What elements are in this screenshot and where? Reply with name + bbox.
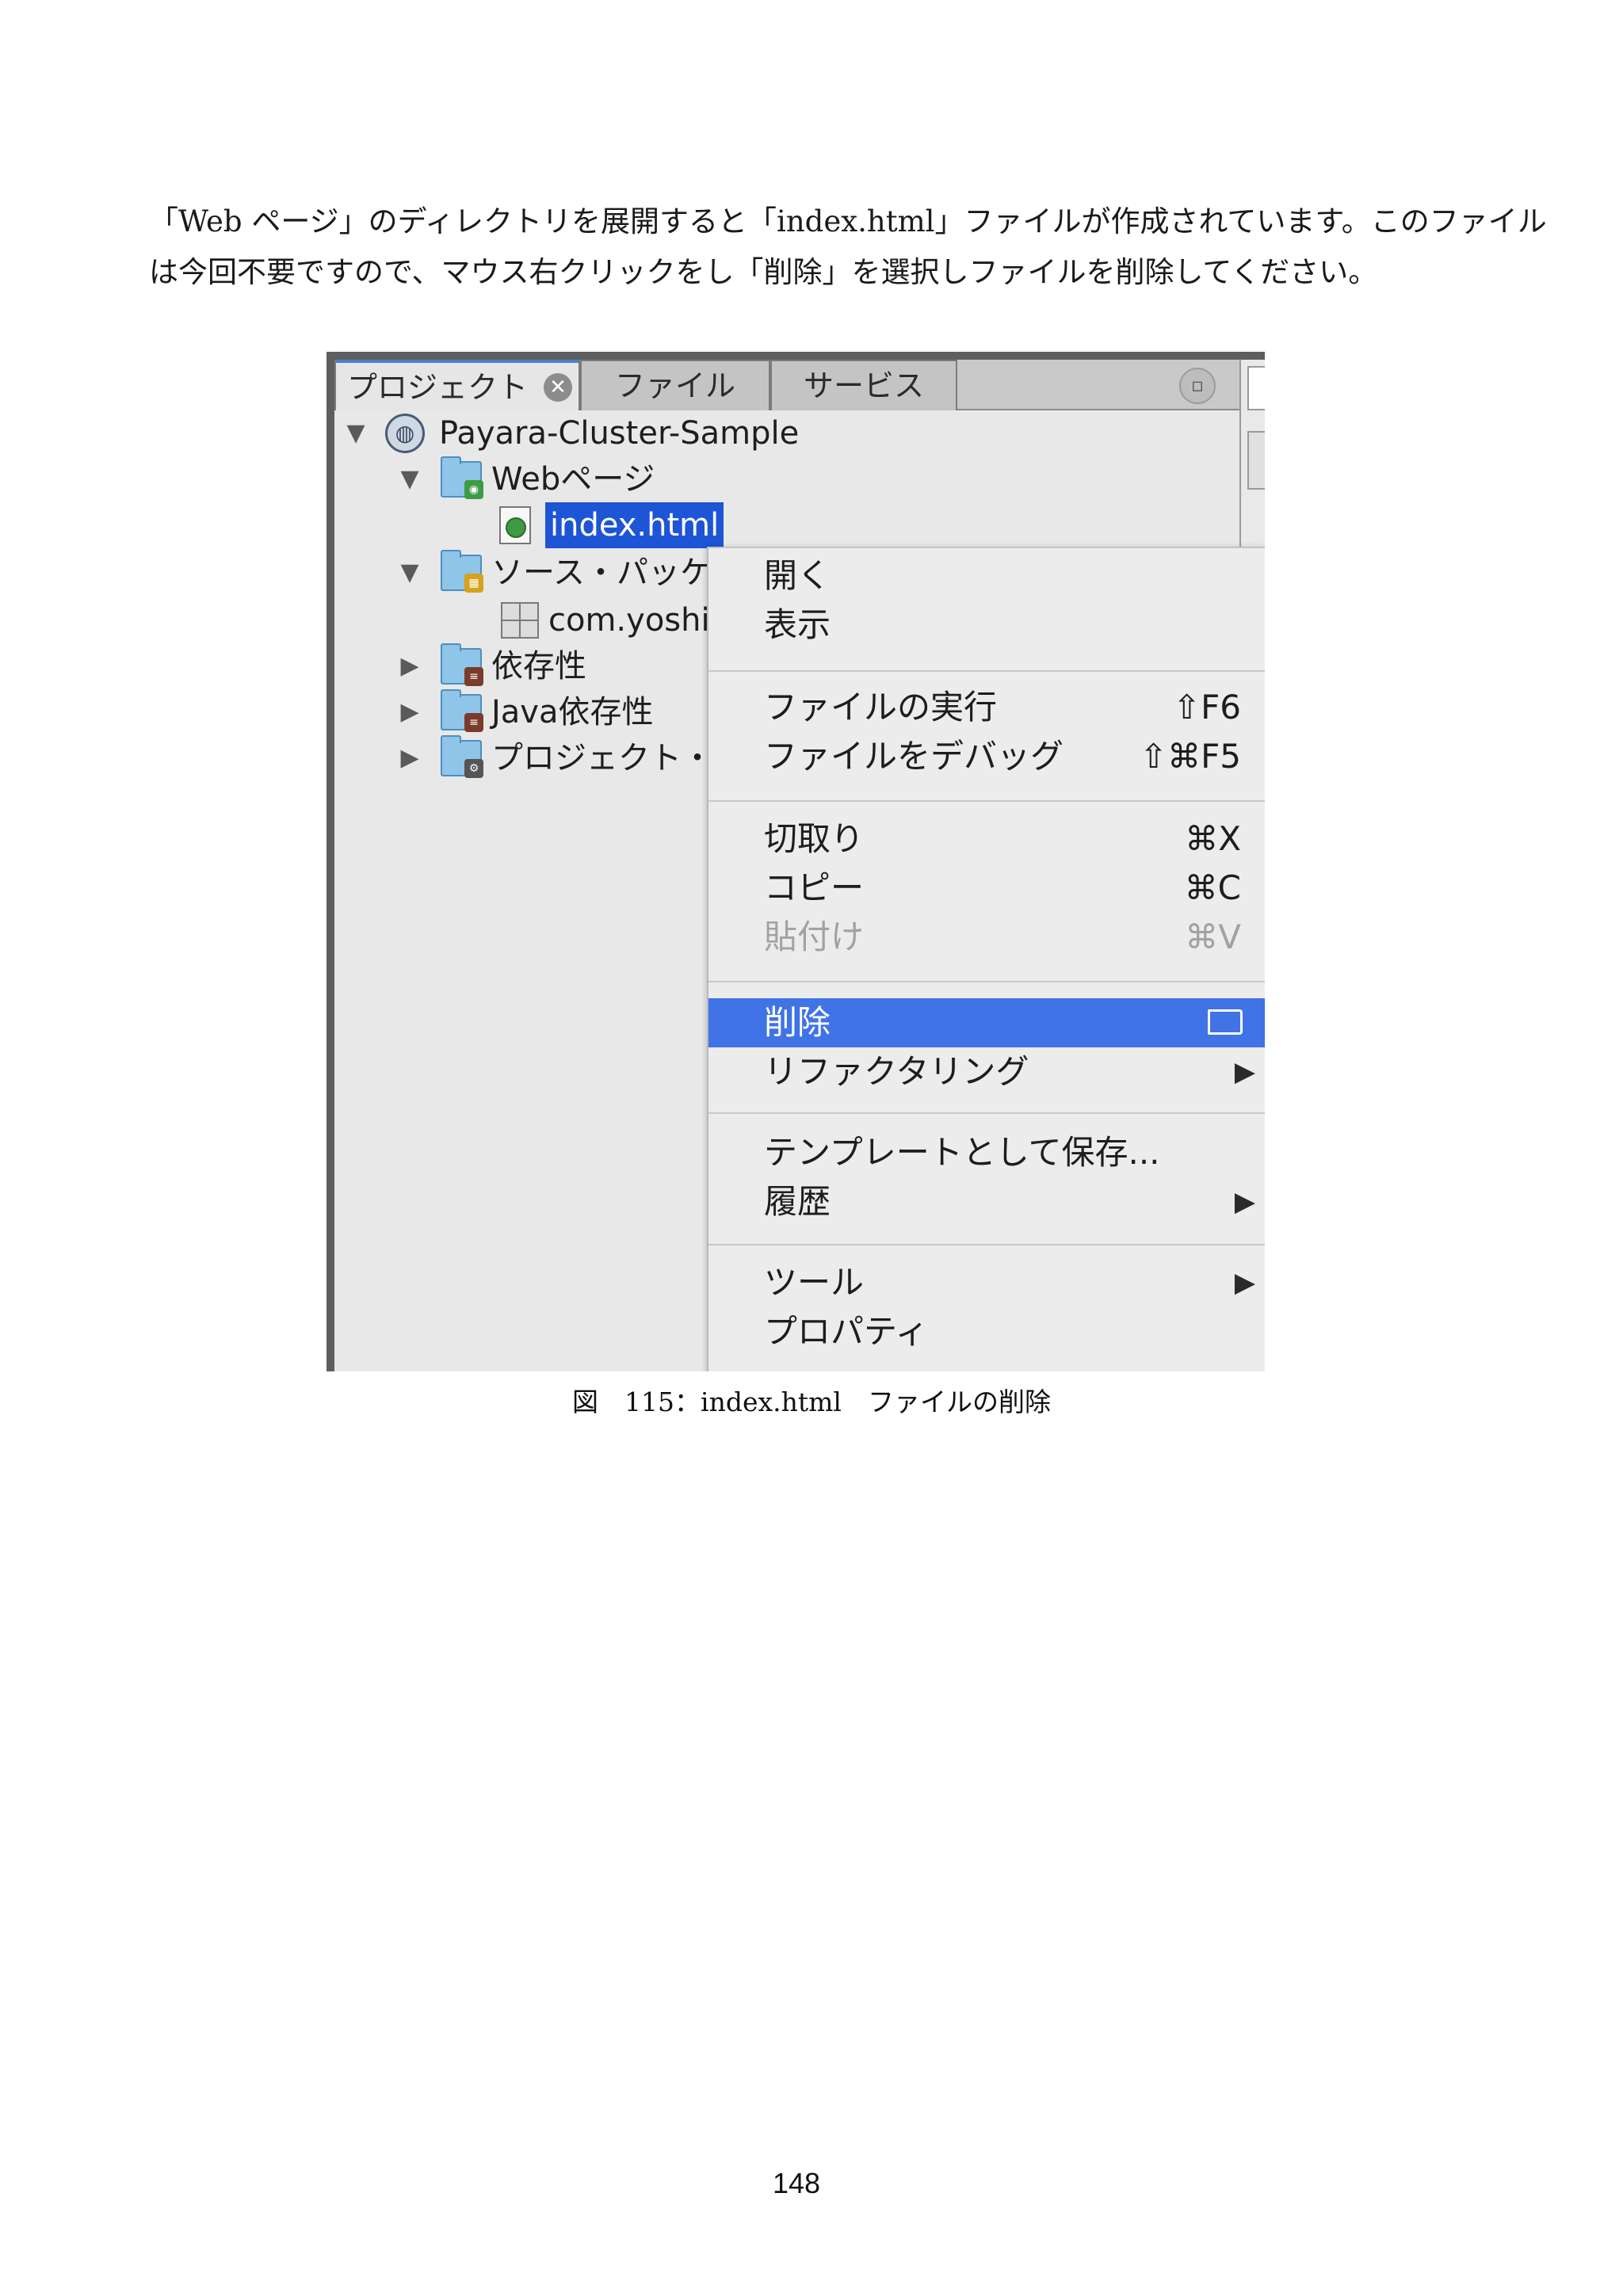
tab-files-label: ファイル	[614, 368, 735, 403]
menu-shortcut: ⌘X	[1185, 819, 1241, 858]
tab-projects[interactable]: プロジェクト ✕	[334, 360, 580, 412]
tree-item-label: プロジェクト・	[491, 740, 713, 776]
tree-item-label: index.html	[545, 502, 724, 548]
html-file-icon	[499, 506, 531, 544]
menu-item-debug-file[interactable]: ファイルをデバッグ ⇧⌘F5	[708, 732, 1265, 781]
menu-item-label: 削除	[764, 1003, 831, 1042]
tab-files[interactable]: ファイル	[580, 360, 770, 410]
menu-item-run-file[interactable]: ファイルの実行 ⇧F6	[708, 683, 1265, 732]
menu-item-tools[interactable]: ツール ▶	[708, 1258, 1265, 1307]
menu-shortcut: ⌘C	[1184, 868, 1241, 907]
menu-item-label: 切取り	[764, 819, 865, 858]
paragraph-line-2: は今回不要ですので、マウス右クリックをし「削除」を選択しファイルを削除してくださ…	[149, 255, 1378, 289]
menu-item-save-as-template[interactable]: テンプレートとして保存...	[708, 1128, 1265, 1177]
menu-item-label: 開く	[764, 556, 831, 595]
dependency-folder-icon: ≡	[441, 643, 483, 686]
web-folder-icon: ◉	[441, 456, 483, 499]
window-left-border	[327, 352, 334, 1371]
source-folder-icon: ▦	[441, 550, 483, 593]
menu-separator	[708, 1112, 1265, 1114]
menu-item-label: リファクタリング	[764, 1052, 1029, 1091]
menu-item-properties[interactable]: プロパティ	[708, 1307, 1265, 1356]
collapse-triangle-icon[interactable]: ▶	[396, 689, 423, 735]
tree-item-label: ソース・パッケ	[491, 555, 712, 591]
tree-item-index-html[interactable]: index.html	[334, 502, 1238, 548]
menu-item-copy[interactable]: コピー ⌘C	[708, 864, 1265, 913]
submenu-arrow-icon: ▶	[1234, 1056, 1255, 1088]
close-tab-icon[interactable]: ✕	[544, 373, 572, 402]
paragraph-line-1: 「Web ページ」のディレクトリを展開すると「index.html」ファイルが作…	[149, 204, 1547, 238]
page-number: 148	[772, 2167, 821, 2199]
menu-item-open[interactable]: 開く	[708, 551, 1265, 601]
collapse-triangle-icon[interactable]: ▶	[396, 735, 423, 781]
menu-item-label: ファイルの実行	[764, 688, 998, 727]
ide-screenshot: プロジェクト ✕ ファイル サービス ▫ ▼ ◍ Payara-Cluster-…	[327, 352, 1265, 1371]
menu-item-label: テンプレートとして保存...	[764, 1133, 1160, 1172]
tab-services[interactable]: サービス	[770, 360, 957, 410]
menu-shortcut: ⇧F6	[1172, 688, 1241, 727]
menu-item-label: プロパティ	[764, 1312, 929, 1351]
tree-item-label: 依存性	[491, 648, 586, 685]
minimize-window-icon[interactable]: ▫	[1179, 368, 1216, 404]
tree-item-project-root[interactable]: ▼ ◍ Payara-Cluster-Sample	[334, 410, 1238, 456]
menu-item-delete[interactable]: 削除	[708, 998, 1265, 1047]
expand-triangle-icon[interactable]: ▼	[342, 410, 369, 456]
tree-item-label: Java依存性	[491, 694, 654, 730]
menu-item-label: 貼付け	[764, 917, 865, 956]
menu-item-paste: 貼付け ⌘V	[708, 913, 1265, 962]
editor-tab-stub	[1247, 366, 1265, 410]
project-files-folder-icon: ⚙	[441, 735, 483, 778]
package-icon	[501, 602, 539, 639]
globe-project-icon: ◍	[385, 414, 425, 453]
menu-item-refactor[interactable]: リファクタリング ▶	[708, 1047, 1265, 1097]
delete-key-icon	[1208, 1009, 1243, 1035]
submenu-arrow-icon: ▶	[1234, 1186, 1255, 1218]
submenu-arrow-icon: ▶	[1234, 1267, 1255, 1299]
menu-separator	[708, 670, 1265, 672]
expand-triangle-icon[interactable]: ▼	[396, 550, 423, 596]
tree-item-web-pages[interactable]: ▼ ◉ Webページ	[334, 456, 1238, 502]
tree-item-label: Webページ	[491, 461, 655, 498]
window-top-border	[327, 352, 1265, 360]
menu-item-cut[interactable]: 切取り ⌘X	[708, 814, 1265, 864]
figure-caption: 図 115：index.html ファイルの削除	[572, 1386, 1051, 1417]
tab-projects-label: プロジェクト	[347, 370, 529, 405]
menu-shortcut: ⌘V	[1185, 917, 1241, 956]
menu-item-label: 表示	[764, 605, 831, 644]
menu-item-label: ツール	[764, 1263, 865, 1302]
java-dependency-folder-icon: ≡	[441, 689, 483, 732]
menu-item-label: 履歴	[764, 1182, 831, 1221]
instruction-paragraph: 「Web ページ」のディレクトリを展開すると「index.html」ファイルが作…	[149, 196, 1547, 298]
menu-separator	[708, 981, 1265, 982]
menu-separator	[708, 800, 1265, 802]
tab-services-label: サービス	[803, 368, 924, 403]
menu-item-view[interactable]: 表示	[708, 601, 1265, 650]
menu-separator	[708, 1244, 1265, 1245]
context-menu: 開く 表示 ファイルの実行 ⇧F6 ファイルをデバッグ ⇧⌘F5 切取り ⌘X …	[707, 547, 1265, 1371]
tree-item-label: Payara-Cluster-Sample	[439, 415, 800, 452]
expand-triangle-icon[interactable]: ▼	[396, 456, 423, 502]
menu-shortcut: ⇧⌘F5	[1139, 737, 1241, 776]
editor-toolbar-stub	[1247, 431, 1265, 490]
collapse-triangle-icon[interactable]: ▶	[396, 643, 423, 689]
menu-item-history[interactable]: 履歴 ▶	[708, 1177, 1265, 1226]
tree-item-label: com.yoshi	[548, 602, 710, 639]
menu-item-label: コピー	[764, 868, 865, 907]
menu-item-label: ファイルをデバッグ	[764, 737, 1064, 776]
